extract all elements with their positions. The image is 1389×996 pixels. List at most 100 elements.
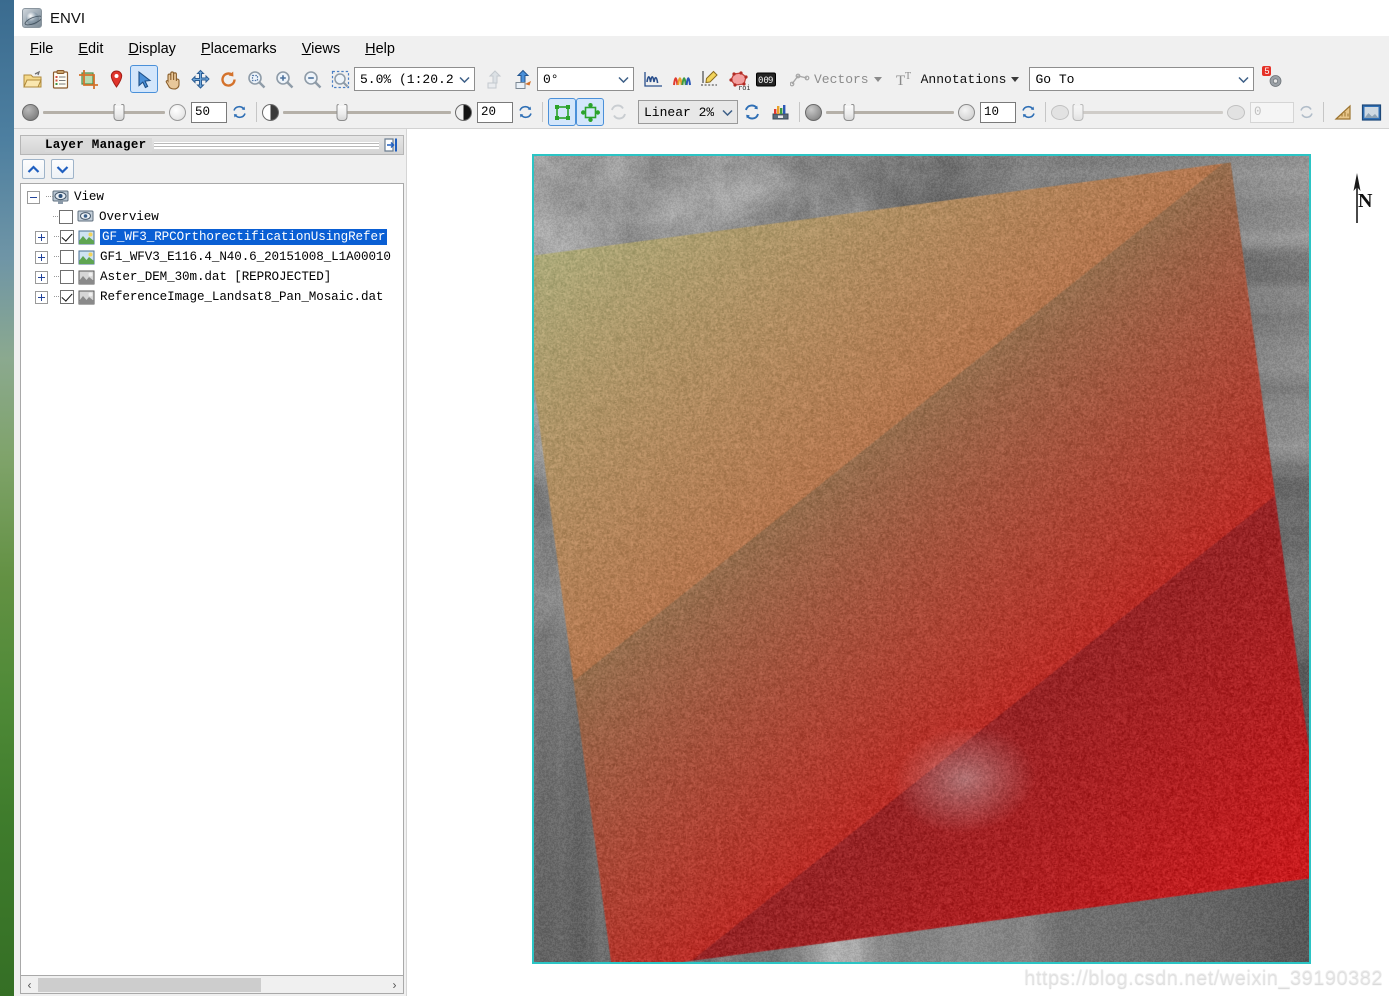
cursor-value-icon[interactable]: 00 9 (752, 65, 780, 93)
zoom-to-fit-icon[interactable] (242, 65, 270, 93)
fly-move-icon[interactable] (186, 65, 214, 93)
scroll-thumb[interactable] (38, 977, 261, 992)
crop-region-icon[interactable] (74, 65, 102, 93)
pan-hand-icon[interactable] (158, 65, 186, 93)
contrast-reset-icon[interactable] (513, 98, 537, 126)
move-layer-down-icon[interactable] (51, 159, 74, 179)
menu-views[interactable]: Views (300, 39, 351, 59)
menu-placemarks-label-rest: lacemarks (210, 41, 277, 57)
tree-guide (50, 227, 61, 247)
chevron-down-icon (722, 109, 733, 116)
image-display-icon[interactable] (1357, 98, 1385, 126)
image-layer-stack (532, 154, 1311, 964)
menu-display[interactable]: Display (126, 39, 187, 59)
layer-row-gf1-wfv3[interactable]: GF1_WFV3_E116.4_N40.6_20151008_L1A00010 (21, 247, 403, 267)
vectors-dropdown[interactable]: Vectors (786, 66, 886, 92)
transparency-slider[interactable] (1072, 100, 1223, 121)
title-bar: ENVI (14, 0, 1389, 36)
zoom-to-selection-icon[interactable] (326, 65, 354, 93)
stretch-reset-icon[interactable] (738, 98, 766, 126)
brightness-reset-icon[interactable] (227, 98, 251, 126)
go-to-combo[interactable]: Go To (1029, 67, 1255, 91)
sharpen-slider[interactable] (826, 100, 954, 121)
sharpen-control: 10 (805, 98, 1040, 126)
tree-guide (50, 247, 61, 267)
layer-row-aster-dem[interactable]: Aster_DEM_30m.dat [REPROJECTED] (21, 267, 403, 287)
rotate-reset-icon[interactable] (214, 65, 242, 93)
region-of-interest-icon[interactable]: roi (724, 65, 752, 93)
brightness-slider[interactable] (43, 100, 165, 121)
layer-label: ReferenceImage_Landsat8_Pan_Mosaic.dat (100, 290, 384, 304)
data-manager-icon[interactable] (46, 65, 74, 93)
chevron-down-icon (1238, 76, 1249, 83)
expander-gf-wf3-ortho[interactable] (35, 230, 48, 244)
menu-edit[interactable]: Edit (76, 39, 114, 59)
scroll-right-button[interactable]: › (386, 977, 403, 993)
menu-placemarks[interactable]: Placemarks (199, 39, 288, 59)
histogram-tool-icon[interactable] (766, 98, 794, 126)
layer-label: Aster_DEM_30m.dat [REPROJECTED] (100, 270, 332, 284)
menu-bar: File Edit Display Placemarks Views Help (14, 36, 1389, 62)
open-file-icon[interactable] (18, 65, 46, 93)
transparency-high-icon (1227, 104, 1245, 120)
layer-label: GF_WF3_RPCOrthorectificationUsingRefer (100, 229, 388, 245)
rotation-angle-combo[interactable]: 0° (537, 67, 634, 91)
brightness-value[interactable]: 50 (191, 101, 227, 123)
contrast-slider[interactable] (283, 100, 451, 121)
chevron-down-icon (873, 76, 882, 82)
measure-tool-icon[interactable] (1329, 98, 1357, 126)
contrast-control: 20 (262, 98, 537, 126)
transparency-reset-icon[interactable] (1294, 98, 1318, 126)
header-grip (154, 141, 379, 149)
menu-help-label-rest: elp (375, 41, 395, 57)
annotations-dropdown[interactable]: T T Annotations (892, 66, 1024, 92)
menu-file[interactable]: File (28, 39, 64, 59)
pixel-profile-icon[interactable] (696, 65, 724, 93)
sharpen-value[interactable]: 10 (980, 101, 1016, 123)
preferences-gear-icon[interactable]: 5 (1260, 65, 1288, 93)
expander-aster-dem[interactable] (35, 270, 48, 284)
horizontal-profile-icon[interactable] (668, 65, 696, 93)
placemark-pin-icon[interactable] (102, 65, 130, 93)
menu-views-label-rest: iews (311, 41, 341, 57)
image-view-canvas[interactable]: N https://blog.csdn.net/weixin_39190382 (406, 129, 1389, 996)
contrast-value[interactable]: 20 (477, 101, 513, 123)
stretch-view-extent-icon[interactable] (576, 98, 604, 126)
layer-row-overview[interactable]: Overview (21, 207, 403, 227)
layer-visibility-checkbox[interactable] (60, 290, 74, 304)
raster-color-icon (78, 230, 95, 244)
layer-visibility-checkbox[interactable] (59, 210, 73, 224)
sharpen-reset-icon[interactable] (1016, 98, 1040, 126)
layer-row-reference-landsat8[interactable]: ReferenceImage_Landsat8_Pan_Mosaic.dat (21, 287, 403, 307)
layer-visibility-checkbox[interactable] (60, 250, 74, 264)
stretch-full-extent-icon[interactable] (548, 98, 576, 126)
menu-edit-label-rest: dit (88, 41, 104, 57)
stretch-refresh-icon[interactable] (604, 98, 632, 126)
layer-row-gf-wf3-ortho[interactable]: GF_WF3_RPCOrthorectificationUsingRefer (21, 227, 403, 247)
menu-help[interactable]: Help (363, 39, 406, 59)
stretch-type-combo[interactable]: Linear 2% (638, 100, 738, 124)
layer-row-view[interactable]: View (21, 187, 403, 207)
expander-gf1-wfv3[interactable] (35, 250, 48, 264)
select-cursor-icon[interactable] (130, 65, 158, 93)
layer-visibility-checkbox[interactable] (60, 230, 74, 244)
zoom-in-icon[interactable] (270, 65, 298, 93)
zoom-out-icon[interactable] (298, 65, 326, 93)
expander-view[interactable] (27, 190, 40, 204)
move-layer-up-icon[interactable] (22, 159, 45, 179)
chip-previous-icon[interactable] (481, 65, 509, 93)
layer-visibility-checkbox[interactable] (60, 270, 74, 284)
scroll-track[interactable] (38, 977, 386, 993)
scroll-left-button[interactable]: ‹ (21, 977, 38, 993)
spectral-profile-icon[interactable] (640, 65, 668, 93)
expander-reference-landsat8[interactable] (35, 290, 48, 304)
sharpen-high-icon (958, 103, 975, 121)
layer-tree-hscrollbar[interactable]: ‹ › (20, 976, 404, 994)
annotations-icon: T T (896, 71, 911, 88)
layer-tree[interactable]: View Overview GF_WF3_RPCOrthorectificati… (20, 183, 404, 976)
chip-next-icon[interactable] (509, 65, 537, 93)
zoom-level-combo[interactable]: 5.0% (1:20.2 (354, 67, 475, 91)
svg-text:T: T (896, 73, 905, 88)
dock-pin-icon[interactable] (383, 137, 399, 153)
transparency-value[interactable]: 0 (1250, 101, 1294, 123)
